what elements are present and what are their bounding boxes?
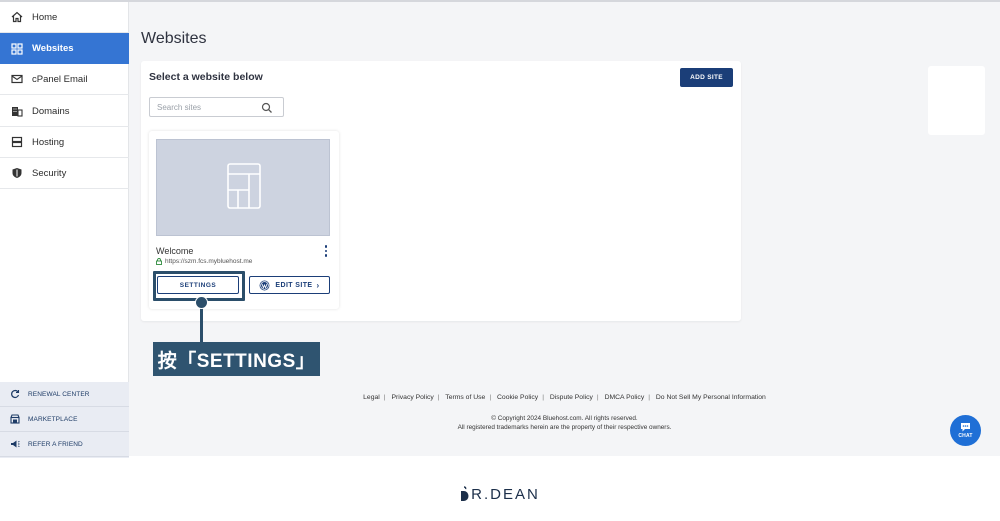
hosting-icon xyxy=(10,135,24,149)
shield-icon xyxy=(10,166,24,180)
side-card xyxy=(928,66,985,135)
search-box xyxy=(149,97,284,117)
sidebar-item-label: cPanel Email xyxy=(32,73,88,85)
renewal-icon xyxy=(10,389,20,399)
footer-links: Legal | Privacy Policy | Terms of Use | Coo… xyxy=(363,394,766,401)
sidebar-item-label: Domains xyxy=(32,105,70,117)
footer-link-dispute[interactable]: Dispute Policy xyxy=(550,394,593,401)
domains-icon xyxy=(10,104,24,118)
marketplace-link[interactable]: MARKETPLACE xyxy=(0,407,129,432)
footer-link-do-not-sell[interactable]: Do Not Sell My Personal Information xyxy=(656,394,766,401)
sidebar-item-label: Security xyxy=(32,167,67,179)
sidebar-item-label: Home xyxy=(32,11,58,23)
footer-link-cookie[interactable]: Cookie Policy xyxy=(497,394,538,401)
edit-site-label: EDIT SITE xyxy=(275,281,313,289)
footer-link-privacy[interactable]: Privacy Policy xyxy=(391,394,433,401)
lock-icon xyxy=(156,258,162,265)
megaphone-icon xyxy=(10,439,20,449)
sidebar-item-home[interactable]: Home xyxy=(0,2,129,33)
brand-mark-icon xyxy=(461,486,469,501)
chevron-right-icon: › xyxy=(316,280,320,290)
sidebar-item-label: Websites xyxy=(32,43,74,54)
sidebar-utility-links: RENEWAL CENTER MARKETPLACE REFER A FRIEN… xyxy=(0,382,129,458)
sidebar-item-domains[interactable]: Domains xyxy=(0,96,129,127)
search-input[interactable] xyxy=(150,98,260,116)
site-options-icon[interactable] xyxy=(321,244,331,258)
site-url-text: https://szm.fcs.mybluehost.me xyxy=(165,258,253,265)
edit-site-button[interactable]: EDIT SITE › xyxy=(249,276,330,294)
home-icon xyxy=(10,10,24,24)
brand-watermark: R.DEAN xyxy=(440,483,560,505)
add-site-button[interactable]: ADD SITE xyxy=(680,68,733,87)
renewal-center-label: RENEWAL CENTER xyxy=(28,390,90,398)
footer-link-legal[interactable]: Legal xyxy=(363,394,380,401)
trademark-text: All registered trademarks herein are the… xyxy=(457,424,672,431)
footer-link-dmca[interactable]: DMCA Policy xyxy=(605,394,645,401)
annotation-label: 按「SETTINGS」 xyxy=(153,342,320,376)
chat-button[interactable]: CHAT xyxy=(950,415,981,446)
footer-link-terms[interactable]: Terms of Use xyxy=(445,394,485,401)
chat-label: CHAT xyxy=(958,433,973,439)
refer-a-friend-link[interactable]: REFER A FRIEND xyxy=(0,432,129,457)
marketplace-icon xyxy=(10,414,20,424)
site-thumbnail[interactable] xyxy=(156,139,330,236)
footer-copyright: © Copyright 2024 Bluehost.com. All right… xyxy=(129,414,1000,432)
layout-placeholder-icon xyxy=(227,163,261,209)
chat-bubble-icon xyxy=(961,423,970,432)
wordpress-icon xyxy=(259,280,270,290)
marketplace-label: MARKETPLACE xyxy=(28,415,78,423)
annotation-dot xyxy=(195,296,208,309)
panel-header: Select a website below xyxy=(149,71,263,83)
sidebar: Home Websites cPanel Email Domains Hosti… xyxy=(0,2,129,458)
site-url[interactable]: https://szm.fcs.mybluehost.me xyxy=(156,258,252,265)
refer-a-friend-label: REFER A FRIEND xyxy=(28,440,83,448)
sidebar-item-label: Hosting xyxy=(32,136,65,148)
page-title: Websites xyxy=(141,30,207,47)
email-icon xyxy=(10,72,24,86)
app-frame: Home Websites cPanel Email Domains Hosti… xyxy=(0,0,1000,458)
websites-icon xyxy=(10,42,24,56)
sidebar-item-security[interactable]: Security xyxy=(0,158,129,189)
site-name: Welcome xyxy=(156,246,194,256)
sidebar-item-cpanel-email[interactable]: cPanel Email xyxy=(0,64,129,95)
copyright-text: © Copyright 2024 Bluehost.com. All right… xyxy=(491,415,638,422)
sidebar-item-hosting[interactable]: Hosting xyxy=(0,127,129,158)
sidebar-item-websites[interactable]: Websites xyxy=(0,33,129,64)
brand-text: R.DEAN xyxy=(471,485,540,503)
search-icon[interactable] xyxy=(261,101,273,113)
renewal-center-link[interactable]: RENEWAL CENTER xyxy=(0,382,129,407)
